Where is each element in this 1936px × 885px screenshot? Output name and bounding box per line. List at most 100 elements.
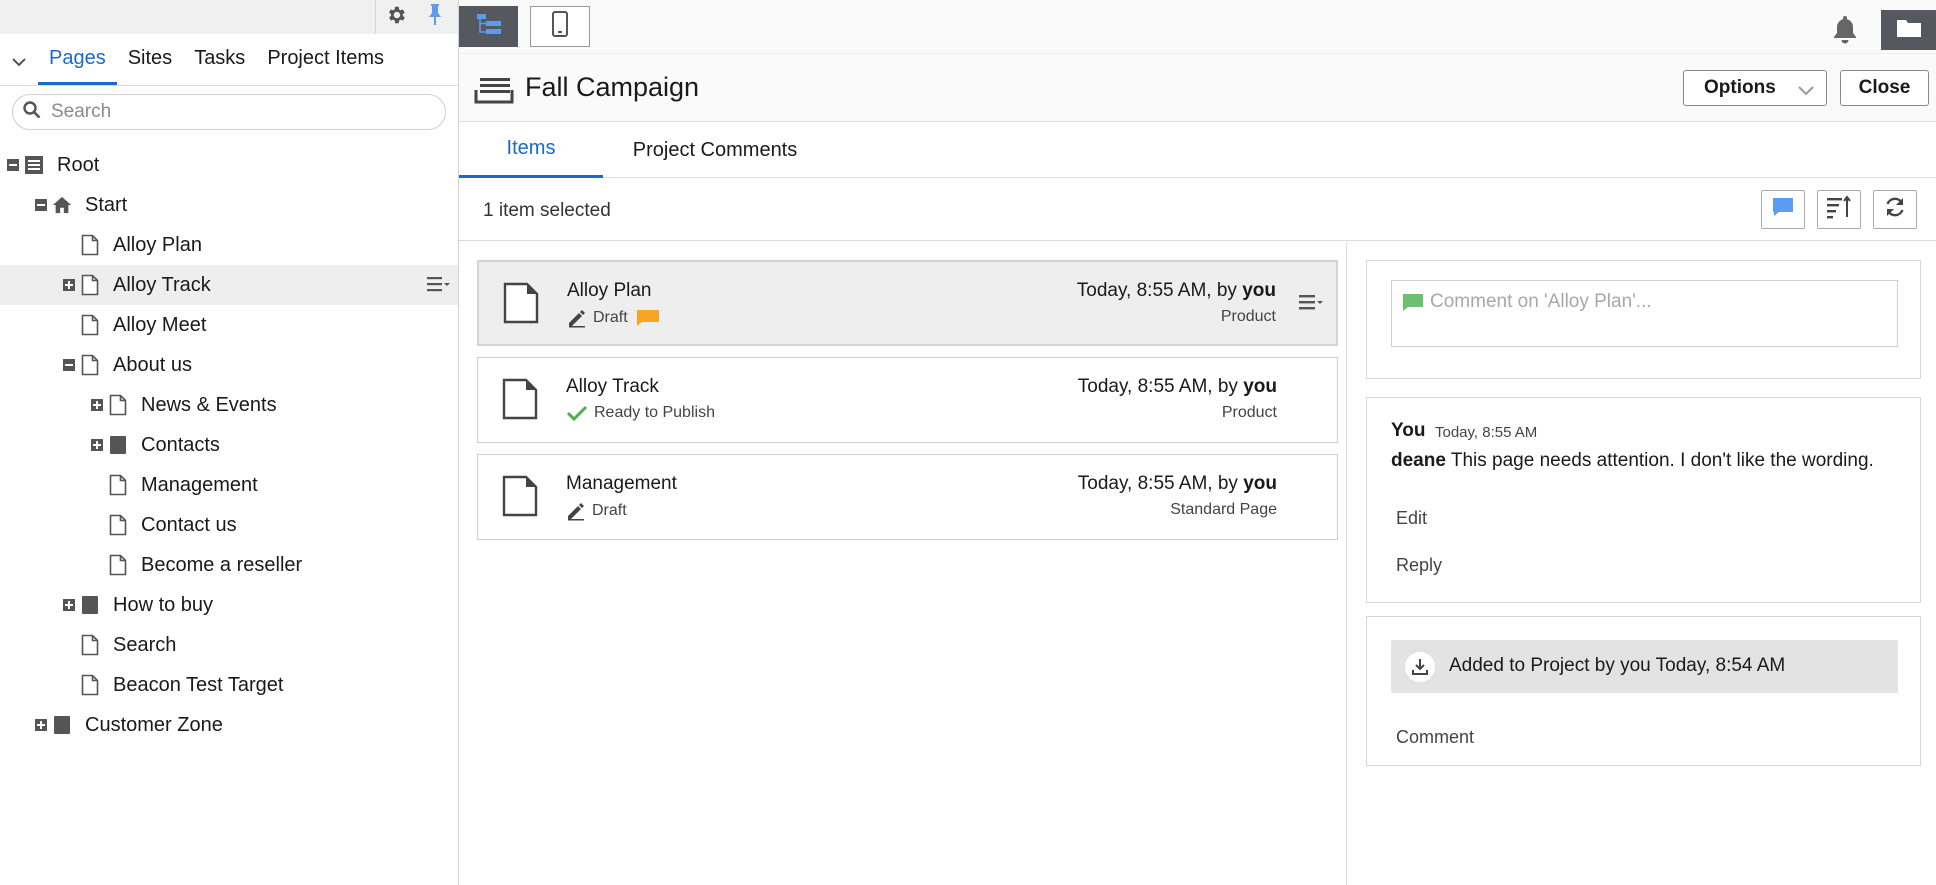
comment-author: You	[1391, 420, 1426, 441]
tree-node[interactable]: Alloy Track	[0, 265, 458, 305]
item-name: Alloy Plan	[567, 280, 652, 301]
edit-comment-link[interactable]: Edit	[1396, 508, 1427, 529]
home-icon	[52, 194, 72, 216]
project-icon	[474, 76, 514, 109]
comment-thread: You Today, 8:55 AM deane This page needs…	[1366, 397, 1921, 603]
item-name: Alloy Track	[566, 376, 659, 397]
global-toolbar	[459, 0, 1936, 54]
pane-tabs: Pages Sites Tasks Project Items	[0, 34, 458, 86]
collapse-pane-button[interactable]	[8, 41, 30, 85]
search-input[interactable]	[51, 101, 431, 123]
pin-pane-button[interactable]	[415, 0, 455, 34]
item-status: Draft	[566, 501, 627, 521]
comment-icon	[1402, 293, 1424, 319]
tree-node[interactable]: Beacon Test Target	[0, 665, 458, 705]
project-item-row[interactable]: Management Draft Today, 8:55 AM, by you …	[477, 454, 1338, 540]
expand-icon[interactable]	[91, 399, 103, 411]
container-icon	[80, 594, 100, 616]
status-label: Draft	[593, 309, 628, 326]
collapse-icon[interactable]	[63, 359, 75, 371]
settings-button[interactable]	[375, 0, 415, 34]
device-preview-button[interactable]	[530, 6, 590, 47]
tree-node-label: Customer Zone	[85, 714, 223, 736]
project-item-row[interactable]: Alloy Track Ready to Publish Today, 8:55…	[477, 357, 1338, 443]
tab-sites[interactable]: Sites	[117, 47, 183, 85]
comment-text: deane This page needs attention. I don't…	[1391, 450, 1874, 471]
refresh-icon	[1883, 195, 1907, 224]
page-icon	[80, 634, 100, 656]
tree-node[interactable]: Contact us	[0, 505, 458, 545]
bell-icon	[1831, 14, 1859, 49]
tab-pages[interactable]: Pages	[38, 47, 117, 85]
tree-node[interactable]: Start	[0, 185, 458, 225]
pin-icon	[426, 3, 444, 32]
tree-node-label: Become a reseller	[141, 554, 303, 576]
node-context-menu-icon[interactable]	[426, 275, 450, 295]
page-icon	[108, 474, 128, 496]
tree-node[interactable]: Root	[0, 145, 458, 185]
tree-node[interactable]: Alloy Meet	[0, 305, 458, 345]
sort-button[interactable]	[1817, 190, 1861, 229]
tree-node[interactable]: Search	[0, 625, 458, 665]
expand-icon[interactable]	[91, 439, 103, 451]
folder-icon	[1896, 18, 1922, 43]
toggle-navigation-button[interactable]	[459, 6, 518, 47]
item-modified: Today, 8:55 AM, by you	[1076, 280, 1276, 301]
reply-link[interactable]: Reply	[1396, 555, 1442, 576]
activity-text: Added to Project by you Today, 8:54 AM	[1449, 655, 1786, 676]
toggle-comments-button[interactable]	[1761, 190, 1805, 229]
collapse-icon[interactable]	[35, 199, 47, 211]
tree-node-label: Alloy Meet	[113, 314, 207, 336]
container-icon	[108, 434, 128, 456]
tree-node-label: About us	[113, 354, 192, 376]
tab-project-comments[interactable]: Project Comments	[617, 122, 813, 178]
page-icon	[503, 282, 539, 329]
tree-node[interactable]: Become a reseller	[0, 545, 458, 585]
container-icon	[52, 714, 72, 736]
item-type: Product	[1220, 308, 1276, 325]
add-comment-link[interactable]: Comment	[1396, 727, 1474, 748]
tree-node-label: Search	[113, 634, 177, 656]
collapse-icon[interactable]	[7, 159, 19, 171]
expand-icon[interactable]	[63, 279, 75, 291]
tree-node-label: Beacon Test Target	[113, 674, 284, 696]
expand-icon[interactable]	[35, 719, 47, 731]
comment-placeholder: Comment on 'Alloy Plan'...	[1430, 291, 1652, 312]
tab-project-items[interactable]: Project Items	[256, 47, 395, 85]
notifications-button[interactable]	[1828, 14, 1862, 48]
pane-toolbar	[0, 0, 458, 34]
tree-node[interactable]: Management	[0, 465, 458, 505]
refresh-button[interactable]	[1873, 190, 1917, 229]
mobile-device-icon	[552, 11, 568, 42]
gear-icon	[385, 4, 407, 31]
pencil-icon	[567, 308, 587, 328]
close-button[interactable]: Close	[1840, 70, 1929, 106]
page-icon	[502, 378, 538, 425]
item-status: Draft	[567, 308, 660, 328]
tab-items[interactable]: Items	[459, 122, 603, 178]
tree-node-label: How to buy	[113, 594, 214, 616]
expand-icon[interactable]	[63, 599, 75, 611]
options-button[interactable]: Options	[1683, 70, 1827, 106]
project-view: Fall Campaign Options Close Items Projec…	[459, 0, 1936, 885]
selection-toolbar: 1 item selected	[459, 178, 1936, 241]
tree-node[interactable]: Alloy Plan	[0, 225, 458, 265]
item-context-menu-icon[interactable]	[1298, 292, 1324, 317]
activity-box: Added to Project by you Today, 8:54 AM C…	[1366, 616, 1921, 766]
status-label: Ready to Publish	[594, 404, 715, 421]
tab-tasks[interactable]: Tasks	[183, 47, 256, 85]
options-label: Options	[1704, 77, 1776, 98]
tree-node[interactable]: How to buy	[0, 585, 458, 625]
chevron-down-icon	[12, 54, 26, 72]
comment-input[interactable]: Comment on 'Alloy Plan'...	[1391, 280, 1898, 347]
tree-node[interactable]: News & Events	[0, 385, 458, 425]
tree-node[interactable]: Customer Zone	[0, 705, 458, 745]
project-item-row[interactable]: Alloy Plan Draft Today, 8:55 AM, by you …	[477, 260, 1338, 346]
selection-count: 1 item selected	[483, 200, 611, 221]
tree-node[interactable]: About us	[0, 345, 458, 385]
search-icon	[23, 100, 41, 124]
assets-panel-button[interactable]	[1881, 10, 1936, 50]
tree-node[interactable]: Contacts	[0, 425, 458, 465]
tree-structure-icon	[476, 13, 502, 40]
sort-icon	[1826, 195, 1852, 224]
